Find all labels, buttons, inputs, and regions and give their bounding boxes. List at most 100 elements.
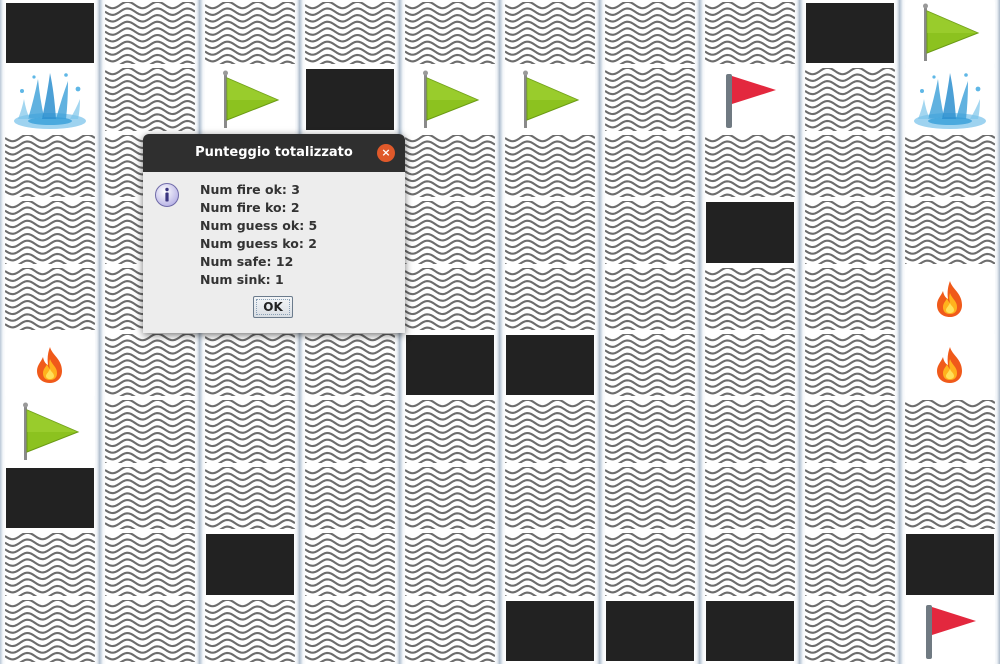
board-cell[interactable] bbox=[800, 132, 900, 200]
ok-button[interactable]: OK bbox=[253, 296, 293, 318]
board-cell[interactable] bbox=[300, 531, 400, 598]
fire-icon bbox=[5, 334, 95, 397]
board-cell[interactable] bbox=[800, 265, 900, 332]
board-cell[interactable] bbox=[0, 531, 100, 598]
fire-icon bbox=[905, 334, 995, 397]
board-cell[interactable] bbox=[100, 0, 200, 67]
board-cell[interactable] bbox=[900, 464, 1000, 532]
board-cell[interactable] bbox=[700, 531, 800, 598]
board-cell[interactable] bbox=[700, 199, 800, 266]
board-cell[interactable] bbox=[400, 265, 500, 332]
board-cell[interactable] bbox=[700, 0, 800, 67]
board-cell[interactable] bbox=[400, 597, 500, 664]
board-cell[interactable] bbox=[900, 265, 1000, 332]
board-cell[interactable] bbox=[600, 199, 700, 266]
board-cell[interactable] bbox=[400, 398, 500, 465]
board-cell[interactable] bbox=[500, 464, 600, 532]
board-cell[interactable] bbox=[400, 199, 500, 266]
board-cell[interactable] bbox=[700, 398, 800, 465]
board-cell[interactable] bbox=[200, 464, 300, 532]
board-cell[interactable] bbox=[300, 597, 400, 664]
board-cell[interactable] bbox=[800, 398, 900, 465]
board-cell[interactable] bbox=[200, 66, 300, 133]
board-cell[interactable] bbox=[0, 398, 100, 465]
board-cell[interactable] bbox=[400, 0, 500, 67]
board-cell[interactable] bbox=[700, 66, 800, 133]
board-cell[interactable] bbox=[900, 597, 1000, 664]
board-cell[interactable] bbox=[400, 464, 500, 532]
board-cell[interactable] bbox=[700, 464, 800, 532]
water-cell bbox=[605, 400, 695, 463]
board-cell[interactable] bbox=[200, 597, 300, 664]
board-cell[interactable] bbox=[0, 265, 100, 332]
board-cell[interactable] bbox=[100, 332, 200, 399]
board-cell[interactable] bbox=[700, 597, 800, 664]
hidden-cell bbox=[206, 534, 294, 595]
board-cell[interactable] bbox=[600, 332, 700, 399]
board-cell[interactable] bbox=[800, 531, 900, 598]
board-cell[interactable] bbox=[800, 464, 900, 532]
board-cell[interactable] bbox=[300, 464, 400, 532]
board-cell[interactable] bbox=[500, 398, 600, 465]
board-cell[interactable] bbox=[200, 0, 300, 67]
board-cell[interactable] bbox=[0, 0, 100, 67]
board-cell[interactable] bbox=[600, 531, 700, 598]
board-cell[interactable] bbox=[400, 132, 500, 200]
board-cell[interactable] bbox=[100, 597, 200, 664]
board-cell[interactable] bbox=[100, 464, 200, 532]
board-cell[interactable] bbox=[900, 199, 1000, 266]
board-cell[interactable] bbox=[900, 132, 1000, 200]
board-cell[interactable] bbox=[700, 265, 800, 332]
board-cell[interactable] bbox=[300, 66, 400, 133]
close-icon[interactable]: × bbox=[377, 144, 395, 162]
board-cell[interactable] bbox=[600, 597, 700, 664]
board-cell[interactable] bbox=[600, 66, 700, 133]
board-cell[interactable] bbox=[200, 531, 300, 598]
board-cell[interactable] bbox=[300, 332, 400, 399]
board-cell[interactable] bbox=[500, 332, 600, 399]
board-cell[interactable] bbox=[600, 0, 700, 67]
board-cell[interactable] bbox=[600, 132, 700, 200]
board-cell[interactable] bbox=[200, 332, 300, 399]
board-cell[interactable] bbox=[900, 398, 1000, 465]
board-cell[interactable] bbox=[500, 132, 600, 200]
board-cell[interactable] bbox=[500, 199, 600, 266]
board-cell[interactable] bbox=[400, 531, 500, 598]
board-cell[interactable] bbox=[400, 332, 500, 399]
board-cell[interactable] bbox=[100, 398, 200, 465]
board-cell[interactable] bbox=[200, 398, 300, 465]
board-cell[interactable] bbox=[900, 0, 1000, 67]
board-cell[interactable] bbox=[0, 132, 100, 200]
board-cell[interactable] bbox=[100, 66, 200, 133]
board-cell[interactable] bbox=[900, 66, 1000, 133]
board-cell[interactable] bbox=[800, 0, 900, 67]
board-cell[interactable] bbox=[0, 597, 100, 664]
board-cell[interactable] bbox=[500, 597, 600, 664]
board-cell[interactable] bbox=[800, 597, 900, 664]
board-cell[interactable] bbox=[400, 66, 500, 133]
score-lines: Num fire ok: 3 Num fire ko: 2 Num guess … bbox=[200, 181, 317, 289]
board-cell[interactable] bbox=[500, 0, 600, 67]
board-cell[interactable] bbox=[0, 199, 100, 266]
board-cell[interactable] bbox=[800, 199, 900, 266]
board-cell[interactable] bbox=[0, 464, 100, 532]
water-cell bbox=[5, 134, 95, 198]
board-cell[interactable] bbox=[500, 265, 600, 332]
board-cell[interactable] bbox=[0, 332, 100, 399]
board-cell[interactable] bbox=[900, 332, 1000, 399]
board-cell[interactable] bbox=[900, 531, 1000, 598]
board-cell[interactable] bbox=[600, 398, 700, 465]
board-cell[interactable] bbox=[100, 531, 200, 598]
board-cell[interactable] bbox=[300, 0, 400, 67]
board-cell[interactable] bbox=[600, 464, 700, 532]
board-cell[interactable] bbox=[0, 66, 100, 133]
board-cell[interactable] bbox=[700, 132, 800, 200]
board-cell[interactable] bbox=[500, 66, 600, 133]
board-cell[interactable] bbox=[300, 398, 400, 465]
water-cell bbox=[505, 267, 595, 330]
board-cell[interactable] bbox=[500, 531, 600, 598]
board-cell[interactable] bbox=[600, 265, 700, 332]
board-cell[interactable] bbox=[800, 66, 900, 133]
board-cell[interactable] bbox=[700, 332, 800, 399]
board-cell[interactable] bbox=[800, 332, 900, 399]
